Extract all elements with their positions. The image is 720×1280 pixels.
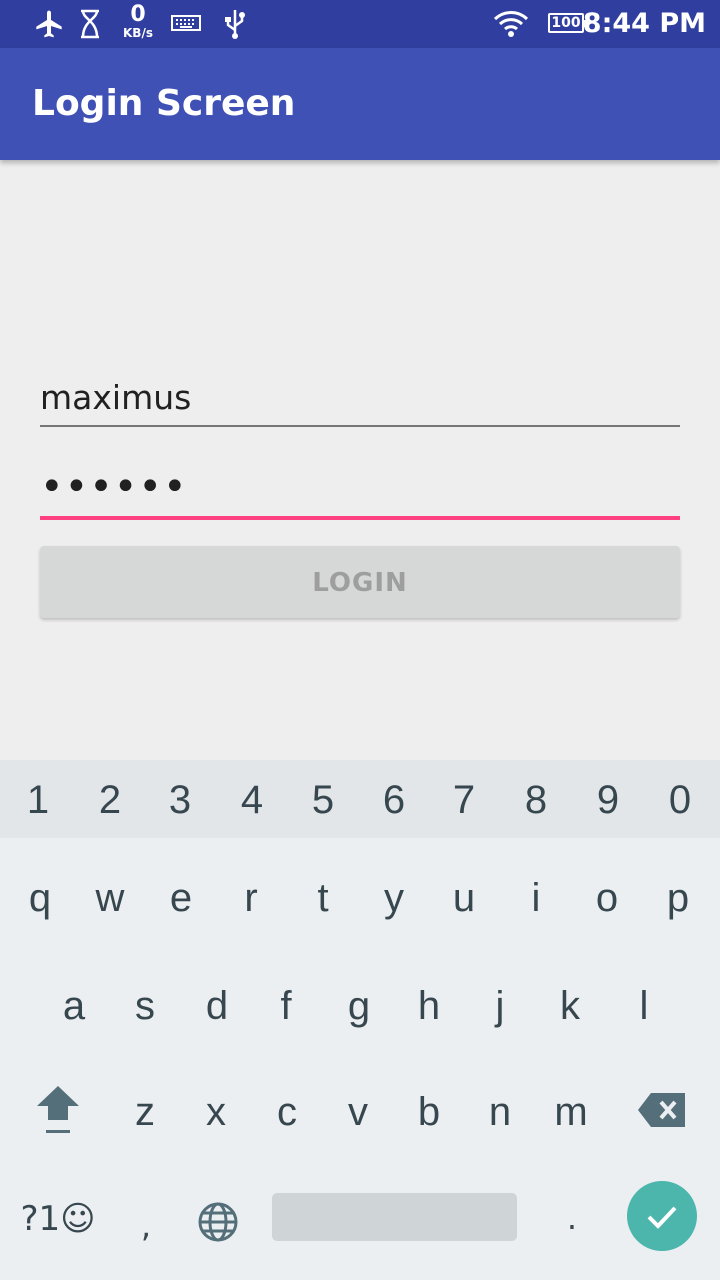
key-9[interactable]: 9 xyxy=(572,760,644,838)
key-m[interactable]: m xyxy=(535,1072,607,1152)
battery-indicator: 100 xyxy=(548,13,588,33)
key-7[interactable]: 7 xyxy=(428,760,500,838)
key-j[interactable]: j xyxy=(464,966,536,1046)
key-3[interactable]: 3 xyxy=(144,760,216,838)
key-d[interactable]: d xyxy=(181,966,253,1046)
key-n[interactable]: n xyxy=(464,1072,536,1152)
airplane-icon xyxy=(32,0,66,48)
key-h[interactable]: h xyxy=(393,966,465,1046)
key-o[interactable]: o xyxy=(571,858,643,938)
comma-key[interactable]: , xyxy=(118,1196,174,1256)
username-field[interactable]: maximus xyxy=(40,370,680,428)
globe-icon xyxy=(198,1202,238,1242)
number-row: 1 2 3 4 5 6 7 8 9 0 xyxy=(0,760,720,838)
app-bar: Login Screen xyxy=(0,48,720,160)
clock: 8:44 PM xyxy=(582,8,706,39)
soft-keyboard: 1 2 3 4 5 6 7 8 9 0 q w e r t y u i o p … xyxy=(0,760,720,1280)
key-5[interactable]: 5 xyxy=(287,760,359,838)
key-a[interactable]: a xyxy=(38,966,110,1046)
backspace-icon xyxy=(638,1093,685,1127)
key-q[interactable]: q xyxy=(4,858,76,938)
shift-arrow-icon xyxy=(37,1086,79,1133)
key-4[interactable]: 4 xyxy=(216,760,288,838)
status-bar: 0 KB/s 100 8:44 PM xyxy=(0,0,720,48)
key-b[interactable]: b xyxy=(393,1072,465,1152)
page-title: Login Screen xyxy=(32,83,296,124)
key-2[interactable]: 2 xyxy=(74,760,146,838)
login-button[interactable]: LOGIN xyxy=(40,546,680,618)
period-key[interactable]: . xyxy=(544,1188,600,1248)
key-s[interactable]: s xyxy=(109,966,181,1046)
key-6[interactable]: 6 xyxy=(358,760,430,838)
space-key[interactable] xyxy=(272,1193,517,1241)
key-i[interactable]: i xyxy=(500,858,572,938)
key-v[interactable]: v xyxy=(322,1072,394,1152)
key-k[interactable]: k xyxy=(534,966,606,1046)
shift-key[interactable] xyxy=(26,1078,90,1142)
key-0[interactable]: 0 xyxy=(644,760,716,838)
language-key[interactable] xyxy=(188,1192,248,1252)
symbols-key[interactable]: ?1☺ xyxy=(18,1194,98,1244)
key-f[interactable]: f xyxy=(250,966,322,1046)
key-e[interactable]: e xyxy=(145,858,217,938)
key-p[interactable]: p xyxy=(642,858,714,938)
hourglass-icon xyxy=(78,0,102,48)
username-value: maximus xyxy=(40,378,192,417)
enter-key[interactable] xyxy=(627,1181,697,1251)
checkmark-icon xyxy=(647,1206,677,1229)
password-field[interactable]: •••••• xyxy=(40,462,680,522)
backspace-key[interactable] xyxy=(630,1080,694,1140)
keyboard-icon xyxy=(170,0,202,48)
key-1[interactable]: 1 xyxy=(2,760,74,838)
key-r[interactable]: r xyxy=(215,858,287,938)
key-8[interactable]: 8 xyxy=(500,760,572,838)
key-c[interactable]: c xyxy=(251,1072,323,1152)
usb-icon xyxy=(222,0,248,48)
key-w[interactable]: w xyxy=(74,858,146,938)
key-y[interactable]: y xyxy=(358,858,430,938)
username-underline xyxy=(40,425,680,427)
net-speed-unit: KB/s xyxy=(123,26,153,40)
key-x[interactable]: x xyxy=(180,1072,252,1152)
key-u[interactable]: u xyxy=(428,858,500,938)
bottom-row: ?1☺ , . xyxy=(0,1178,720,1278)
key-g[interactable]: g xyxy=(323,966,395,1046)
password-value: •••••• xyxy=(40,464,188,510)
key-t[interactable]: t xyxy=(287,858,359,938)
net-speed: 0 KB/s xyxy=(118,2,158,41)
key-l[interactable]: l xyxy=(608,966,680,1046)
key-z[interactable]: z xyxy=(109,1072,181,1152)
net-speed-value: 0 xyxy=(130,2,146,27)
password-underline xyxy=(40,516,680,520)
wifi-icon xyxy=(492,0,530,48)
